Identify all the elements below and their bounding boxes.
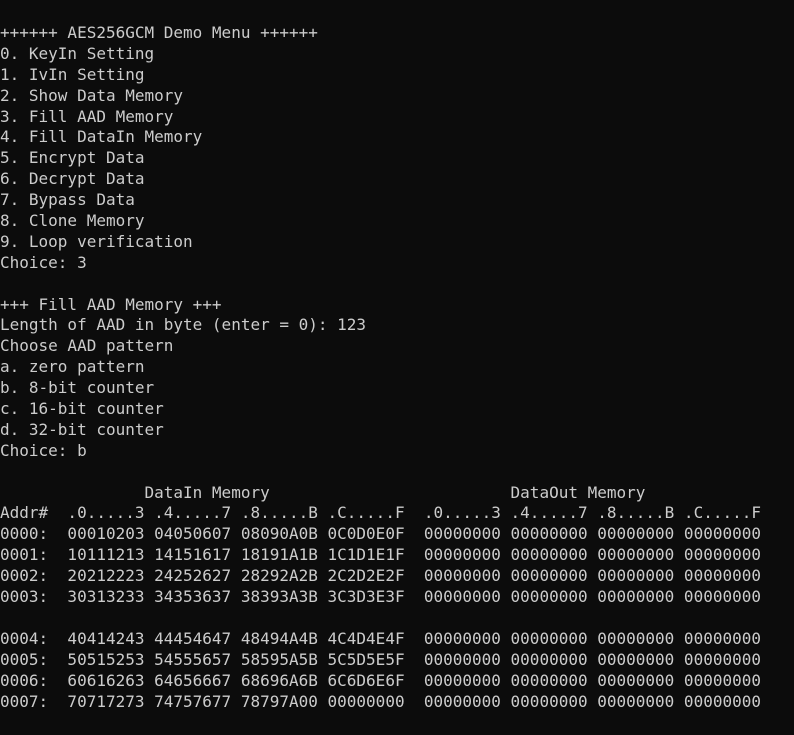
menu-choice: Choice: 3 (0, 252, 87, 272)
memory-header: Addr# .0.....3 .4.....7 .8.....B .C.....… (0, 503, 761, 523)
aad-option-zero: a. zero pattern (0, 357, 145, 377)
menu-item-ivin: 1. IvIn Setting (0, 64, 145, 84)
menu-item-decrypt: 6. Decrypt Data (0, 169, 145, 189)
menu-item-fill-aad: 3. Fill AAD Memory (0, 106, 174, 126)
menu-item-loop: 9. Loop verification (0, 231, 193, 251)
aad-option-16bit: c. 16-bit counter (0, 399, 164, 419)
menu-item-bypass: 7. Bypass Data (0, 190, 135, 210)
menu-item-encrypt: 5. Encrypt Data (0, 148, 145, 168)
menu-item-keyin: 0. KeyIn Setting (0, 43, 155, 63)
aad-title: +++ Fill AAD Memory +++ (0, 294, 222, 314)
memory-row: 0006: 60616263 64656667 68696A6B 6C6D6E6… (0, 670, 761, 690)
menu-item-clone: 8. Clone Memory (0, 211, 145, 231)
memory-row: 0002: 20212223 24252627 28292A2B 2C2D2E2… (0, 566, 761, 586)
memory-titles: DataIn Memory DataOut Memory (0, 482, 646, 502)
aad-option-8bit: b. 8-bit counter (0, 378, 155, 398)
memory-row: 0004: 40414243 44454647 48494A4B 4C4D4E4… (0, 628, 761, 648)
menu-title: ++++++ AES256GCM Demo Menu ++++++ (0, 23, 318, 42)
memory-row: 0005: 50515253 54555657 58595A5B 5C5D5E5… (0, 649, 761, 669)
memory-row: 0003: 30313233 34353637 38393A3B 3C3D3E3… (0, 587, 761, 607)
terminal-window[interactable]: ++++++ AES256GCM Demo Menu ++++++ 0. Key… (0, 0, 794, 735)
memory-row: 0000: 00010203 04050607 08090A0B 0C0D0E0… (0, 524, 761, 544)
aad-pattern-prompt: Choose AAD pattern (0, 336, 174, 356)
menu-item-fill-datain: 4. Fill DataIn Memory (0, 127, 203, 147)
aad-option-32bit: d. 32-bit counter (0, 419, 164, 439)
memory-row: 0001: 10111213 14151617 18191A1B 1C1D1E1… (0, 545, 761, 565)
aad-choice: Choice: b (0, 440, 87, 460)
menu-item-show-data: 2. Show Data Memory (0, 85, 184, 105)
memory-row: 0007: 70717273 74757677 78797A00 0000000… (0, 691, 761, 711)
aad-length-prompt: Length of AAD in byte (enter = 0): 123 (0, 315, 367, 335)
